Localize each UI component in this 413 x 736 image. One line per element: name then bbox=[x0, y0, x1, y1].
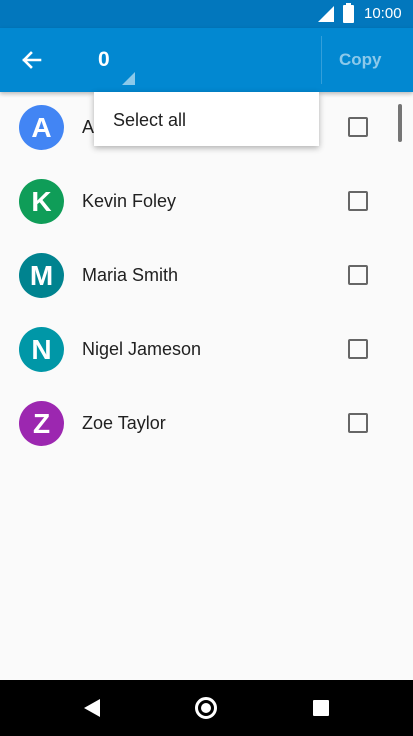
list-item[interactable]: M Maria Smith bbox=[0, 238, 413, 312]
contact-name: A bbox=[82, 117, 95, 137]
avatar: N bbox=[19, 327, 64, 372]
avatar: A bbox=[19, 105, 64, 150]
avatar: M bbox=[19, 253, 64, 298]
contact-checkbox[interactable] bbox=[348, 265, 368, 285]
contact-list: A A K Kevin Foley M Maria Smith N Nigel … bbox=[0, 92, 413, 460]
selection-dropdown-menu: Select all bbox=[94, 92, 319, 146]
scrollbar[interactable] bbox=[398, 104, 402, 142]
contact-name: Zoe Taylor bbox=[82, 413, 166, 433]
app-bar: 0 Copy bbox=[0, 28, 413, 92]
back-button[interactable] bbox=[14, 44, 50, 76]
contact-name: Nigel Jameson bbox=[82, 339, 202, 359]
nav-back-icon[interactable] bbox=[84, 699, 100, 717]
contact-checkbox[interactable] bbox=[348, 339, 368, 359]
contact-name: Kevin Foley bbox=[82, 191, 177, 211]
dropdown-arrow-icon bbox=[122, 72, 135, 85]
nav-recents-icon[interactable] bbox=[313, 700, 329, 716]
toolbar-divider bbox=[321, 36, 322, 84]
select-all-menu-item[interactable]: Select all bbox=[113, 110, 186, 131]
contact-checkbox[interactable] bbox=[348, 191, 368, 211]
selection-count-dropdown[interactable]: 0 bbox=[98, 48, 110, 72]
list-item[interactable]: N Nigel Jameson bbox=[0, 312, 413, 386]
contact-checkbox[interactable] bbox=[348, 117, 368, 137]
list-item[interactable]: Z Zoe Taylor bbox=[0, 386, 413, 460]
status-bar: 10:00 bbox=[0, 0, 413, 28]
status-time: 10:00 bbox=[364, 5, 402, 22]
arrow-left-icon bbox=[22, 51, 42, 69]
navigation-bar bbox=[0, 680, 413, 736]
contact-checkbox[interactable] bbox=[348, 413, 368, 433]
signal-icon bbox=[318, 6, 334, 22]
copy-button[interactable]: Copy bbox=[339, 50, 382, 70]
nav-home-icon[interactable] bbox=[195, 697, 217, 719]
avatar: Z bbox=[19, 401, 64, 446]
list-item[interactable]: K Kevin Foley bbox=[0, 164, 413, 238]
battery-icon bbox=[343, 3, 354, 23]
contact-name: Maria Smith bbox=[82, 265, 179, 285]
avatar: K bbox=[19, 179, 64, 224]
